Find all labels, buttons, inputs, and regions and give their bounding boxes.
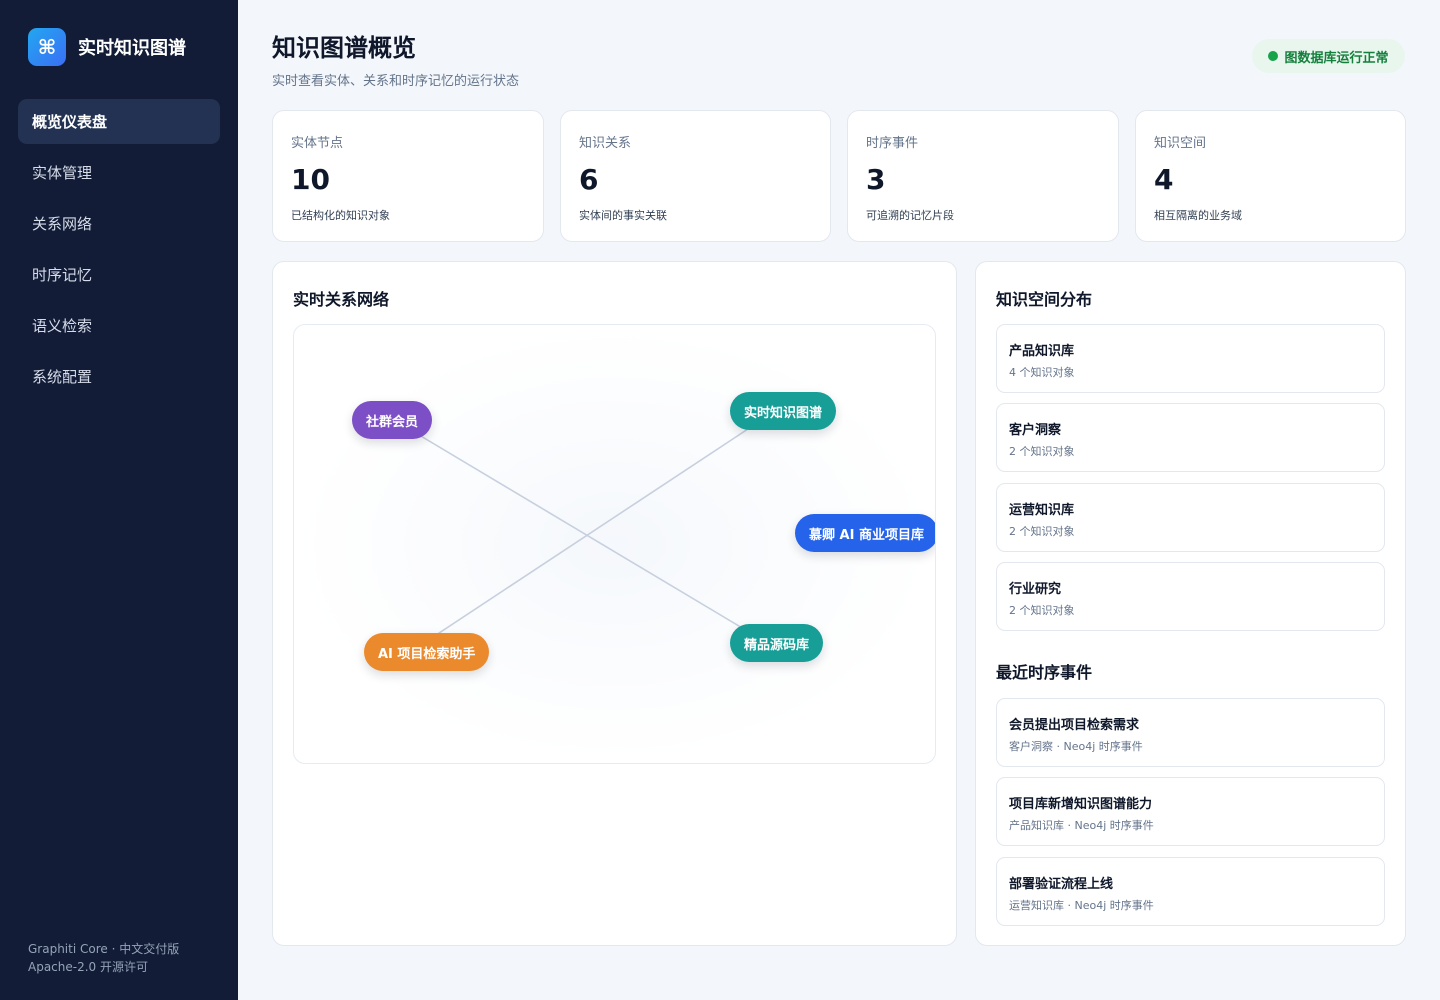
space-name: 客户洞察: [1009, 423, 1062, 438]
command-icon: ⌘: [28, 28, 66, 66]
node-source-library[interactable]: 精品源码库: [730, 624, 824, 662]
stat-card-relations: 知识关系 6 实体间的事实关联: [560, 110, 831, 242]
space-item[interactable]: 运营知识库 2 个知识对象: [996, 483, 1385, 552]
stat-label: 时序事件: [866, 136, 919, 151]
status-text: 图数据库运行正常: [1284, 50, 1389, 66]
events-title: 最近时序事件: [996, 663, 1093, 682]
event-title: 项目库新增知识图谱能力: [1009, 797, 1153, 812]
space-count: 4 个知识对象: [1009, 366, 1075, 379]
network-title: 实时关系网络: [293, 290, 390, 309]
stat-card-events: 时序事件 3 可追溯的记忆片段: [847, 110, 1119, 242]
edge-community-source: [393, 419, 755, 636]
space-count: 2 个知识对象: [1009, 445, 1075, 458]
footer-license: Apache-2.0 开源许可: [28, 960, 148, 974]
status-badge: 图数据库运行正常: [1252, 39, 1405, 73]
space-item[interactable]: 客户洞察 2 个知识对象: [996, 403, 1385, 472]
space-count: 2 个知识对象: [1009, 604, 1075, 617]
stat-desc: 相互隔离的业务域: [1154, 209, 1242, 222]
edge-graph-assistant: [423, 424, 755, 644]
page-subtitle: 实时查看实体、关系和时序记忆的运行状态: [272, 74, 520, 89]
event-meta: 客户洞察 · Neo4j 时序事件: [1009, 740, 1143, 753]
stat-value: 10: [291, 163, 330, 196]
sidebar-item-overview[interactable]: 概览仪表盘: [18, 99, 220, 144]
stat-card-entities: 实体节点 10 已结构化的知识对象: [272, 110, 544, 242]
stat-value: 6: [579, 163, 599, 196]
network-panel: 实时关系网络 社群会员 实时知识图谱 慕卿 AI 商业项目库 AI 项目检索助手…: [272, 261, 957, 946]
event-meta: 运营知识库 · Neo4j 时序事件: [1009, 899, 1154, 912]
sidebar-item-settings[interactable]: 系统配置: [18, 354, 220, 399]
space-item[interactable]: 行业研究 2 个知识对象: [996, 562, 1385, 631]
sidebar-item-temporal[interactable]: 时序记忆: [18, 252, 220, 297]
stat-desc: 实体间的事实关联: [579, 209, 667, 222]
event-meta: 产品知识库 · Neo4j 时序事件: [1009, 819, 1154, 832]
brand-title: 实时知识图谱: [78, 38, 186, 59]
sidebar-item-entities[interactable]: 实体管理: [18, 150, 220, 195]
footer-version: Graphiti Core · 中文交付版: [28, 942, 180, 956]
space-name: 行业研究: [1009, 582, 1062, 597]
stat-value: 3: [866, 163, 886, 196]
node-community-members[interactable]: 社群会员: [352, 401, 433, 439]
event-item[interactable]: 部署验证流程上线 运营知识库 · Neo4j 时序事件: [996, 857, 1385, 926]
node-ai-search-assistant[interactable]: AI 项目检索助手: [364, 633, 490, 671]
event-title: 会员提出项目检索需求: [1009, 718, 1140, 733]
node-realtime-graph[interactable]: 实时知识图谱: [730, 392, 837, 430]
event-title: 部署验证流程上线: [1009, 877, 1114, 892]
sidebar-item-relations[interactable]: 关系网络: [18, 201, 220, 246]
brand[interactable]: ⌘ 实时知识图谱: [28, 28, 186, 66]
sidebar-footer: Graphiti Core · 中文交付版 Apache-2.0 开源许可: [28, 940, 179, 976]
spaces-title: 知识空间分布: [996, 290, 1093, 309]
stat-label: 知识空间: [1154, 136, 1207, 151]
space-name: 运营知识库: [1009, 503, 1075, 518]
sidebar-item-search[interactable]: 语义检索: [18, 303, 220, 348]
spaces-events-panel: 知识空间分布 产品知识库 4 个知识对象 客户洞察 2 个知识对象 运营知识库 …: [975, 261, 1406, 946]
stat-label: 知识关系: [579, 136, 632, 151]
stat-value: 4: [1154, 163, 1174, 196]
sidebar: ⌘ 实时知识图谱 概览仪表盘 实体管理 关系网络 时序记忆 语义检索 系统配置 …: [0, 0, 238, 1000]
page-title: 知识图谱概览: [272, 34, 416, 62]
network-graph[interactable]: 社群会员 实时知识图谱 慕卿 AI 商业项目库 AI 项目检索助手 精品源码库: [293, 324, 936, 764]
sidebar-nav: 概览仪表盘 实体管理 关系网络 时序记忆 语义检索 系统配置: [18, 99, 220, 405]
node-ai-project-library[interactable]: 慕卿 AI 商业项目库: [795, 514, 935, 552]
stat-desc: 可追溯的记忆片段: [866, 209, 954, 222]
space-count: 2 个知识对象: [1009, 525, 1075, 538]
event-item[interactable]: 项目库新增知识图谱能力 产品知识库 · Neo4j 时序事件: [996, 777, 1385, 846]
stat-desc: 已结构化的知识对象: [291, 209, 390, 222]
stat-label: 实体节点: [291, 136, 344, 151]
space-item[interactable]: 产品知识库 4 个知识对象: [996, 324, 1385, 393]
status-dot-icon: [1268, 51, 1279, 61]
space-name: 产品知识库: [1009, 344, 1075, 359]
event-item[interactable]: 会员提出项目检索需求 客户洞察 · Neo4j 时序事件: [996, 698, 1385, 767]
stat-card-spaces: 知识空间 4 相互隔离的业务域: [1135, 110, 1406, 242]
